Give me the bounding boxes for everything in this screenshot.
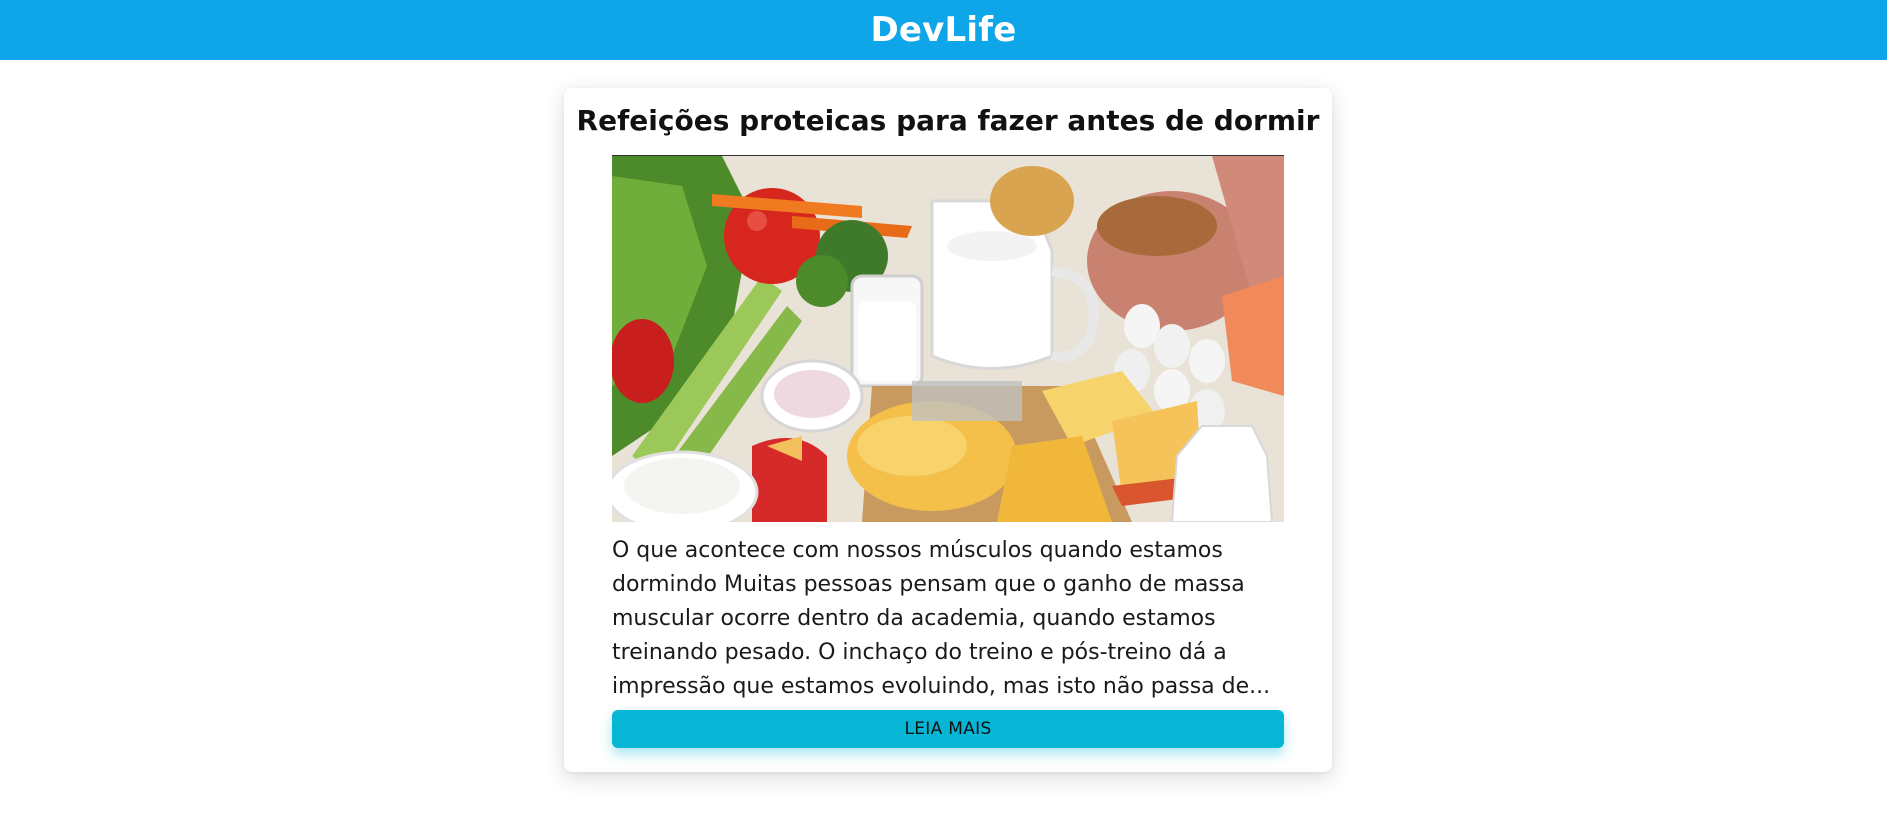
brand-logo-text[interactable]: DevLife <box>870 10 1016 50</box>
post-image <box>612 155 1284 522</box>
food-illustration <box>612 156 1284 522</box>
post-excerpt: O que acontece com nossos músculos quand… <box>612 538 1271 699</box>
post-title: Refeições proteicas para fazer antes de … <box>576 104 1320 137</box>
top-app-bar: DevLife <box>0 0 1887 60</box>
post-card: Refeições proteicas para fazer antes de … <box>564 88 1332 772</box>
read-more-button[interactable]: LEIA MAIS <box>612 710 1284 748</box>
